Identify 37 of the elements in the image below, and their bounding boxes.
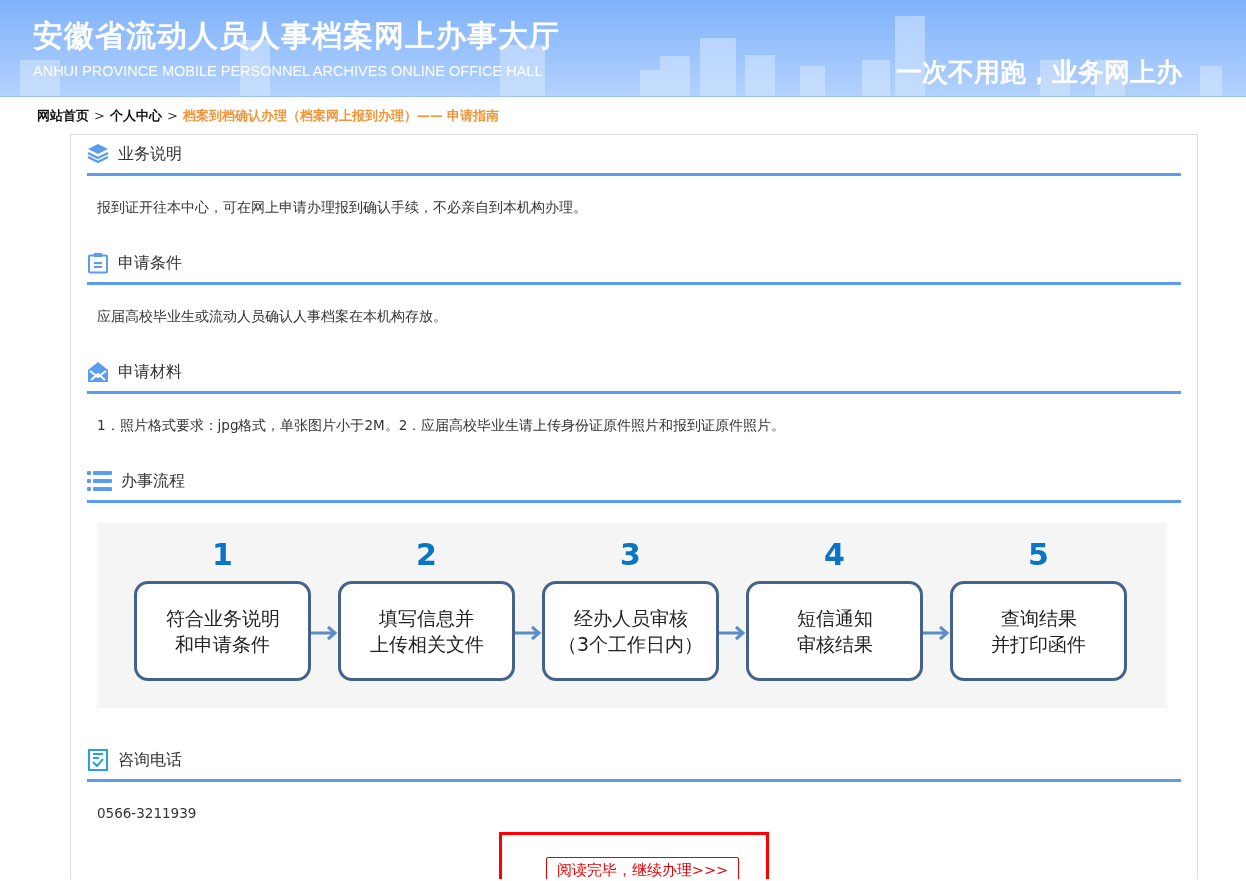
section-title: 办事流程 <box>121 470 185 492</box>
list-icon <box>87 470 112 492</box>
arrow-icon <box>923 625 950 641</box>
continue-button[interactable]: 阅读完毕，继续办理>>> <box>545 857 740 879</box>
envelope-icon <box>87 361 109 383</box>
arrow-icon <box>719 625 746 641</box>
step-box: 符合业务说明 和申请条件 <box>134 581 311 681</box>
breadcrumb-current-page: 档案到档确认办理（档案网上报到办理）—— 申请指南 <box>182 106 500 125</box>
site-title: 安徽省流动人员人事档案网上办事大厅 <box>33 18 560 54</box>
breadcrumb-separator: > <box>166 108 178 123</box>
step-box: 填写信息并 上传相关文件 <box>338 581 515 681</box>
section-title: 咨询电话 <box>118 749 182 771</box>
section-text: 0566-3211939 <box>96 804 198 823</box>
section-text: 报到证开往本中心，可在网上申请办理报到确认手续，不必亲自到本机构办理。 <box>96 198 588 217</box>
step-number: 5 <box>1028 539 1049 574</box>
step-box: 经办人员审核 （3个工作日内） <box>542 581 719 681</box>
layers-icon <box>87 143 109 165</box>
section-title: 申请条件 <box>118 252 182 274</box>
breadcrumb-link[interactable]: 个人中心 <box>109 106 162 125</box>
breadcrumb-separator: > <box>94 108 105 123</box>
section-text: 1．照片格式要求：jpg格式，单张图片小于2M。2．应届高校毕业生请上传身份证原件照片和报到证原件照片。 <box>96 416 787 435</box>
section-text: 应届高校毕业生或流动人员确认人事档案在本机构存放。 <box>96 307 448 326</box>
section-title: 业务说明 <box>118 143 182 165</box>
checklist-icon <box>87 749 109 771</box>
clipboard-icon <box>87 252 109 274</box>
step-box: 查询结果 并打印函件 <box>950 581 1127 681</box>
step-number: 2 <box>416 539 437 574</box>
step-number: 3 <box>620 539 641 574</box>
breadcrumb-link[interactable]: 网站首页 <box>37 106 89 125</box>
site-subtitle: ANHUI PROVINCE MOBILE PERSONNEL ARCHIVES ONLINE OFFICE HALL <box>33 62 543 80</box>
slogan-text: 一次不用跑，业务网上办 <box>896 56 1182 89</box>
step-number: 1 <box>212 539 233 574</box>
arrow-icon <box>515 625 542 641</box>
step-box: 短信通知 审核结果 <box>746 581 923 681</box>
step-number: 4 <box>824 539 845 574</box>
arrow-icon <box>311 625 338 641</box>
section-title: 申请材料 <box>118 361 182 383</box>
